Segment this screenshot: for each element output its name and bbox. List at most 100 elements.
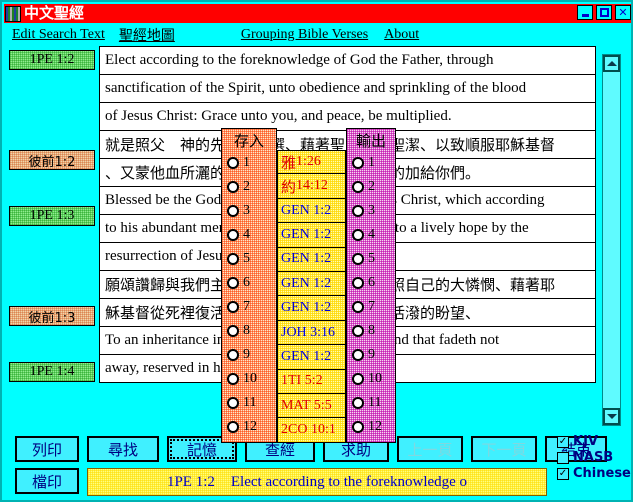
scroll-up-icon [606, 61, 617, 66]
close-button[interactable]: ✕ [615, 5, 631, 20]
grouping-reference-item[interactable]: GEN 1:2 [278, 296, 345, 321]
radio-icon[interactable] [352, 421, 364, 433]
minimize-button[interactable] [577, 5, 593, 20]
radio-icon[interactable] [352, 253, 364, 265]
radio-icon[interactable] [227, 253, 239, 265]
menu-item-grouping-bible-verses[interactable]: Grouping Bible Verses [241, 27, 368, 43]
radio-icon[interactable] [352, 301, 364, 313]
grouping-input-option[interactable]: 12 [222, 415, 276, 439]
grouping-output-option[interactable]: 11 [347, 391, 395, 415]
menu-item-bible-maps[interactable]: 聖經地圖 [119, 25, 175, 45]
menu-item-edit-search-text[interactable]: Edit Search Text [12, 27, 105, 43]
grouping-input-option[interactable]: 3 [222, 199, 276, 223]
radio-icon[interactable] [352, 397, 364, 409]
grouping-reference-item[interactable]: GEN 1:2 [278, 272, 345, 297]
grouping-reference-chapter-verse: 14:12 [296, 178, 328, 194]
grouping-reference-item[interactable]: GEN 1:2 [278, 247, 345, 273]
grouping-reference-item[interactable]: GEN 1:2 [278, 198, 345, 224]
grouping-output-option[interactable]: 7 [347, 295, 395, 319]
verse-reference-chip[interactable]: 1PE 1:4 [9, 362, 95, 382]
grouping-reference-item[interactable]: JOH 3:16 [278, 320, 345, 346]
radio-icon[interactable] [227, 397, 239, 409]
grouping-reference-item[interactable]: GEN 1:2 [278, 345, 345, 370]
radio-icon[interactable] [352, 205, 364, 217]
grouping-output-option[interactable]: 10 [347, 367, 395, 391]
print-button[interactable]: 列印 [15, 436, 79, 462]
grouping-output-option[interactable]: 1 [347, 151, 395, 175]
maximize-button[interactable] [596, 5, 612, 20]
radio-icon[interactable] [227, 277, 239, 289]
radio-icon[interactable] [352, 157, 364, 169]
radio-icon[interactable] [352, 229, 364, 241]
radio-icon[interactable] [352, 325, 364, 337]
minimize-icon [581, 13, 589, 17]
grouping-input-title: 存入 [233, 131, 264, 150]
grouping-output-option[interactable]: 2 [347, 175, 395, 199]
find-button[interactable]: 尋找 [87, 436, 159, 462]
radio-icon[interactable] [352, 373, 364, 385]
version-checkbox-kjv[interactable]: ✓ KJV [557, 434, 631, 449]
radio-icon[interactable] [227, 373, 239, 385]
grouping-reference-item[interactable]: GEN 1:2 [278, 223, 345, 248]
grouping-output-option[interactable]: 8 [347, 319, 395, 343]
grouping-output-option[interactable]: 4 [347, 223, 395, 247]
grouping-reference-item[interactable]: 2CO 10:1 [278, 418, 345, 443]
status-reference: 1PE 1:2 [166, 473, 215, 490]
radio-icon[interactable] [227, 181, 239, 193]
radio-icon[interactable] [352, 349, 364, 361]
file-print-button[interactable]: 檔印 [15, 468, 79, 494]
grouping-reference-item[interactable]: MAT 5:5 [278, 394, 345, 419]
grouping-output-option-label: 11 [368, 395, 382, 410]
verse-text-row[interactable]: of Jesus Christ: Grace unto you, and pea… [99, 102, 596, 131]
checkbox-checked-icon[interactable]: ✓ [557, 435, 569, 448]
radio-icon[interactable] [227, 301, 239, 313]
grouping-input-option-label: 7 [243, 299, 250, 314]
radio-icon[interactable] [227, 205, 239, 217]
grouping-output-option-label: 8 [368, 323, 375, 338]
grouping-input-option[interactable]: 8 [222, 319, 276, 343]
grouping-input-option[interactable]: 5 [222, 247, 276, 271]
menu-item-about[interactable]: About [384, 27, 419, 43]
grouping-input-option[interactable]: 4 [222, 223, 276, 247]
verse-reference-chip[interactable]: 1PE 1:3 [9, 206, 95, 226]
grouping-input-option[interactable]: 6 [222, 271, 276, 295]
grouping-input-option[interactable]: 2 [222, 175, 276, 199]
radio-icon[interactable] [227, 157, 239, 169]
radio-icon[interactable] [352, 277, 364, 289]
grouping-reference-item[interactable]: 1TI 5:2 [278, 369, 345, 395]
scroll-up-button[interactable] [603, 55, 620, 72]
checkbox-checked-icon[interactable]: ✓ [557, 467, 569, 480]
radio-icon[interactable] [227, 421, 239, 433]
radio-icon[interactable] [227, 325, 239, 337]
radio-icon[interactable] [227, 349, 239, 361]
version-checkbox-chinese[interactable]: ✓ Chinese [557, 466, 631, 481]
grouping-reference-item[interactable]: 約 14:12 [278, 174, 345, 199]
grouping-output-option[interactable]: 12 [347, 415, 395, 439]
grouping-input-option[interactable]: 9 [222, 343, 276, 367]
grouping-output-option[interactable]: 3 [347, 199, 395, 223]
grouping-output-option[interactable]: 9 [347, 343, 395, 367]
grouping-reference-list: 雅 1:26 約 14:12 GEN 1:2 GEN 1:2 GEN 1:2 GEN 1:2 G… [277, 150, 346, 443]
radio-icon[interactable] [352, 181, 364, 193]
grouping-output-option[interactable]: 5 [347, 247, 395, 271]
previous-page-button[interactable]: 上一頁 [397, 436, 463, 462]
grouping-input-option[interactable]: 11 [222, 391, 276, 415]
grouping-input-option[interactable]: 10 [222, 367, 276, 391]
checkbox-unchecked-icon[interactable] [557, 451, 569, 464]
verse-reference-chip[interactable]: 彼前1:2 [9, 150, 95, 170]
grouping-reference-item[interactable]: 雅 1:26 [278, 150, 345, 175]
grouping-input-option[interactable]: 7 [222, 295, 276, 319]
next-page-button[interactable]: 下一頁 [471, 436, 537, 462]
grouping-output-option-label: 1 [368, 155, 375, 170]
scroll-down-button[interactable] [603, 408, 620, 425]
version-checkbox-nasb[interactable]: NASB [557, 450, 631, 465]
verse-text-row[interactable]: Elect according to the foreknowledge of … [99, 46, 596, 75]
verse-reference-chip[interactable]: 彼前1:3 [9, 306, 95, 326]
vertical-scrollbar[interactable] [602, 54, 621, 426]
grouping-output-option[interactable]: 6 [347, 271, 395, 295]
grouping-input-option[interactable]: 1 [222, 151, 276, 175]
verse-text-row[interactable]: sanctification of the Spirit, unto obedi… [99, 74, 596, 103]
radio-icon[interactable] [227, 229, 239, 241]
grouping-output-option-label: 9 [368, 347, 375, 362]
verse-reference-chip[interactable]: 1PE 1:2 [9, 50, 95, 70]
